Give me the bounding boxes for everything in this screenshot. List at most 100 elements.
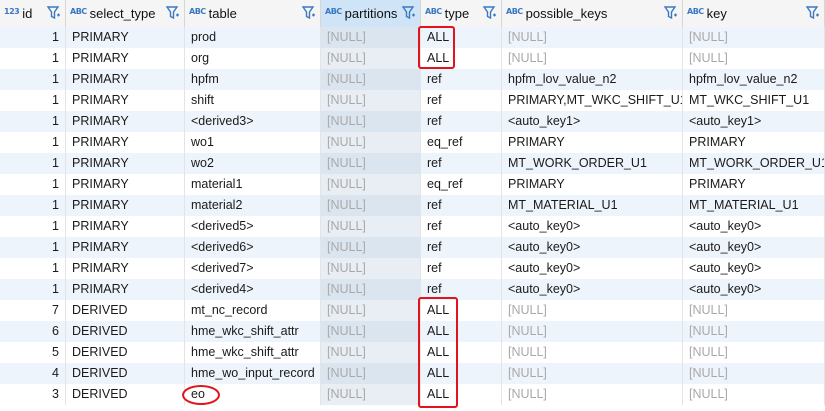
table-row[interactable]: 1 PRIMARY shift [NULL] ref PRIMARY,MT_WKC_SHI… — [0, 90, 825, 111]
cell-partitions[interactable]: [NULL] — [321, 195, 421, 216]
cell-key[interactable]: [NULL] — [683, 342, 825, 363]
cell-possible-keys[interactable]: MT_MATERIAL_U1 — [502, 195, 683, 216]
cell-select-type[interactable]: PRIMARY — [66, 195, 185, 216]
cell-table[interactable]: <derived5> — [185, 216, 321, 237]
cell-id[interactable]: 4 — [0, 363, 66, 384]
cell-select-type[interactable]: PRIMARY — [66, 27, 185, 48]
cell-possible-keys[interactable]: [NULL] — [502, 321, 683, 342]
cell-select-type[interactable]: PRIMARY — [66, 279, 185, 300]
cell-id[interactable]: 1 — [0, 195, 66, 216]
cell-possible-keys[interactable]: <auto_key1> — [502, 111, 683, 132]
filter-icon[interactable] — [805, 6, 820, 20]
cell-table[interactable]: hme_wkc_shift_attr — [185, 342, 321, 363]
cell-table[interactable]: org — [185, 48, 321, 69]
table-row[interactable]: 1 PRIMARY <derived7> [NULL] ref <auto_key0> <a… — [0, 258, 825, 279]
cell-select-type[interactable]: DERIVED — [66, 363, 185, 384]
cell-key[interactable]: <auto_key0> — [683, 279, 825, 300]
cell-possible-keys[interactable]: PRIMARY — [502, 132, 683, 153]
cell-id[interactable]: 1 — [0, 279, 66, 300]
cell-table[interactable]: hpfm — [185, 69, 321, 90]
table-row[interactable]: 1 PRIMARY material2 [NULL] ref MT_MATERIAL_U1… — [0, 195, 825, 216]
cell-id[interactable]: 1 — [0, 111, 66, 132]
table-row[interactable]: 1 PRIMARY <derived4> [NULL] ref <auto_key0> <a… — [0, 279, 825, 300]
cell-id[interactable]: 1 — [0, 90, 66, 111]
cell-id[interactable]: 1 — [0, 174, 66, 195]
cell-select-type[interactable]: DERIVED — [66, 321, 185, 342]
table-row[interactable]: 3 DERIVED eo [NULL] ALL [NULL] [NULL] — [0, 384, 825, 405]
cell-type[interactable]: ref — [421, 90, 502, 111]
result-grid[interactable]: 123 id ABC select_type ABC table ABC partitions… — [0, 0, 825, 411]
cell-partitions[interactable]: [NULL] — [321, 69, 421, 90]
table-row[interactable]: 1 PRIMARY material1 [NULL] eq_ref PRIMARY PRIM… — [0, 174, 825, 195]
cell-key[interactable]: PRIMARY — [683, 174, 825, 195]
cell-possible-keys[interactable]: <auto_key0> — [502, 216, 683, 237]
column-header-id[interactable]: 123 id — [0, 0, 66, 27]
cell-possible-keys[interactable]: [NULL] — [502, 384, 683, 405]
cell-select-type[interactable]: PRIMARY — [66, 132, 185, 153]
cell-select-type[interactable]: PRIMARY — [66, 153, 185, 174]
cell-type[interactable]: ref — [421, 258, 502, 279]
table-row[interactable]: 1 PRIMARY <derived5> [NULL] ref <auto_key0> <a… — [0, 216, 825, 237]
filter-icon[interactable] — [401, 6, 416, 20]
cell-type[interactable]: ref — [421, 237, 502, 258]
cell-id[interactable]: 1 — [0, 48, 66, 69]
cell-partitions[interactable]: [NULL] — [321, 300, 421, 321]
cell-partitions[interactable]: [NULL] — [321, 363, 421, 384]
cell-partitions[interactable]: [NULL] — [321, 111, 421, 132]
cell-table[interactable]: wo2 — [185, 153, 321, 174]
cell-possible-keys[interactable]: [NULL] — [502, 363, 683, 384]
table-row[interactable]: 1 PRIMARY <derived6> [NULL] ref <auto_key0> <a… — [0, 237, 825, 258]
cell-table[interactable]: material1 — [185, 174, 321, 195]
table-row[interactable]: 5 DERIVED hme_wkc_shift_attr [NULL] ALL [NULL… — [0, 342, 825, 363]
cell-key[interactable]: MT_WORK_ORDER_U1 — [683, 153, 825, 174]
filter-icon[interactable] — [46, 6, 61, 20]
cell-select-type[interactable]: DERIVED — [66, 384, 185, 405]
cell-partitions[interactable]: [NULL] — [321, 321, 421, 342]
table-row[interactable]: 7 DERIVED mt_nc_record [NULL] ALL [NULL] [NULL… — [0, 300, 825, 321]
column-header-possible-keys[interactable]: ABC possible_keys — [502, 0, 683, 27]
cell-type[interactable]: ref — [421, 153, 502, 174]
cell-key[interactable]: [NULL] — [683, 384, 825, 405]
cell-partitions[interactable]: [NULL] — [321, 279, 421, 300]
cell-select-type[interactable]: PRIMARY — [66, 69, 185, 90]
cell-possible-keys[interactable]: <auto_key0> — [502, 258, 683, 279]
cell-possible-keys[interactable]: <auto_key0> — [502, 237, 683, 258]
cell-table[interactable]: hme_wo_input_record — [185, 363, 321, 384]
cell-select-type[interactable]: PRIMARY — [66, 237, 185, 258]
cell-id[interactable]: 6 — [0, 321, 66, 342]
cell-possible-keys[interactable]: <auto_key0> — [502, 279, 683, 300]
cell-key[interactable]: [NULL] — [683, 27, 825, 48]
table-row[interactable]: 1 PRIMARY hpfm [NULL] ref hpfm_lov_value_n2 hp… — [0, 69, 825, 90]
cell-select-type[interactable]: DERIVED — [66, 300, 185, 321]
column-header-select-type[interactable]: ABC select_type — [66, 0, 185, 27]
cell-possible-keys[interactable]: [NULL] — [502, 342, 683, 363]
cell-partitions[interactable]: [NULL] — [321, 90, 421, 111]
cell-id[interactable]: 3 — [0, 384, 66, 405]
cell-key[interactable]: MT_WKC_SHIFT_U1 — [683, 90, 825, 111]
cell-partitions[interactable]: [NULL] — [321, 27, 421, 48]
cell-key[interactable]: PRIMARY — [683, 132, 825, 153]
table-row[interactable]: 1 PRIMARY <derived3> [NULL] ref <auto_key1> <a… — [0, 111, 825, 132]
cell-id[interactable]: 1 — [0, 258, 66, 279]
cell-type[interactable]: eq_ref — [421, 174, 502, 195]
cell-possible-keys[interactable]: [NULL] — [502, 48, 683, 69]
cell-table[interactable]: <derived7> — [185, 258, 321, 279]
table-row[interactable]: 1 PRIMARY wo1 [NULL] eq_ref PRIMARY PRIMARY — [0, 132, 825, 153]
cell-partitions[interactable]: [NULL] — [321, 342, 421, 363]
cell-select-type[interactable]: DERIVED — [66, 342, 185, 363]
cell-select-type[interactable]: PRIMARY — [66, 90, 185, 111]
cell-table[interactable]: <derived4> — [185, 279, 321, 300]
cell-select-type[interactable]: PRIMARY — [66, 216, 185, 237]
filter-icon[interactable] — [663, 6, 678, 20]
cell-id[interactable]: 1 — [0, 153, 66, 174]
cell-id[interactable]: 1 — [0, 132, 66, 153]
cell-id[interactable]: 1 — [0, 216, 66, 237]
cell-type[interactable]: eq_ref — [421, 132, 502, 153]
cell-table[interactable]: hme_wkc_shift_attr — [185, 321, 321, 342]
cell-partitions[interactable]: [NULL] — [321, 216, 421, 237]
cell-partitions[interactable]: [NULL] — [321, 384, 421, 405]
table-row[interactable]: 1 PRIMARY org [NULL] ALL [NULL] [NULL] — [0, 48, 825, 69]
filter-icon[interactable] — [482, 6, 497, 20]
cell-key[interactable]: hpfm_lov_value_n2 — [683, 69, 825, 90]
cell-id[interactable]: 7 — [0, 300, 66, 321]
